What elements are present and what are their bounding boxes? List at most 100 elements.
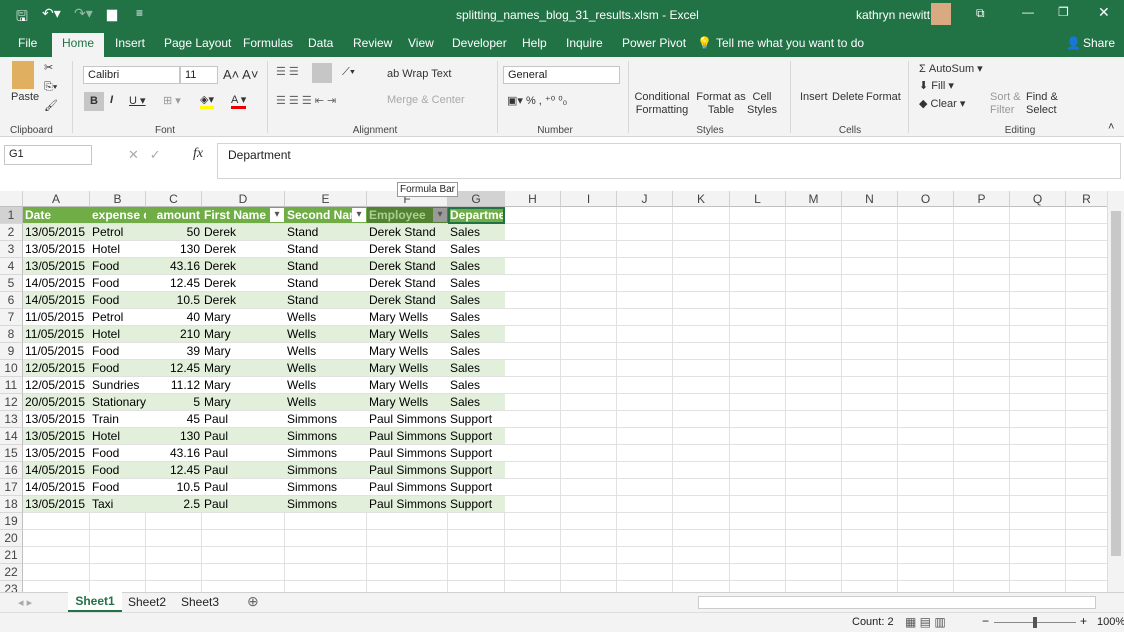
cell[interactable] <box>146 564 202 581</box>
tell-me-search[interactable]: Tell me what you want to do <box>716 36 864 50</box>
table-cell[interactable]: Wells <box>285 377 367 394</box>
cell[interactable] <box>673 241 730 258</box>
cell[interactable] <box>505 258 561 275</box>
table-cell[interactable]: Derek Stand <box>367 258 448 275</box>
cell[interactable] <box>617 479 673 496</box>
cell[interactable] <box>505 309 561 326</box>
table-cell[interactable]: Support <box>448 479 505 496</box>
table-header-cell[interactable]: Second Nam ▾ <box>285 207 367 224</box>
column-header-C[interactable]: C <box>146 191 202 207</box>
table-cell[interactable]: Food <box>90 275 146 292</box>
cell[interactable] <box>730 241 786 258</box>
table-cell[interactable]: 40 <box>146 309 202 326</box>
cell[interactable] <box>786 564 842 581</box>
cell[interactable] <box>1066 513 1108 530</box>
cell[interactable] <box>617 326 673 343</box>
cell[interactable] <box>730 411 786 428</box>
table-cell[interactable]: Wells <box>285 326 367 343</box>
cell[interactable] <box>1066 377 1108 394</box>
cell[interactable] <box>367 530 448 547</box>
paste-button[interactable]: Paste <box>11 91 39 103</box>
cell[interactable] <box>1066 309 1108 326</box>
collapse-ribbon-icon[interactable]: ˄ <box>1108 121 1114 133</box>
select-all-corner[interactable] <box>0 191 23 207</box>
bold-button[interactable]: B <box>84 92 104 111</box>
cell[interactable] <box>954 258 1010 275</box>
cell[interactable] <box>505 377 561 394</box>
cell[interactable] <box>617 411 673 428</box>
cell[interactable] <box>1066 343 1108 360</box>
customize-qat-icon[interactable]: ≡ <box>136 6 143 20</box>
cell[interactable] <box>786 479 842 496</box>
cell[interactable] <box>202 564 285 581</box>
cell[interactable] <box>786 377 842 394</box>
align-top-icon[interactable]: ☰ ☰ <box>276 65 299 78</box>
cell[interactable] <box>730 309 786 326</box>
share-button[interactable]: Share <box>1083 36 1115 50</box>
cell[interactable] <box>898 513 954 530</box>
table-cell[interactable]: Taxi <box>90 496 146 513</box>
cell[interactable] <box>954 445 1010 462</box>
table-cell[interactable]: Paul Simmons <box>367 496 448 513</box>
cell[interactable] <box>673 513 730 530</box>
redo-icon[interactable]: ↷▾ <box>74 5 93 22</box>
table-cell[interactable]: Simmons <box>285 411 367 428</box>
table-cell[interactable]: Sales <box>448 394 505 411</box>
cell[interactable] <box>23 547 90 564</box>
save-icon[interactable]: 🖫 <box>16 6 28 30</box>
cell[interactable] <box>954 547 1010 564</box>
cell[interactable] <box>505 479 561 496</box>
cell[interactable] <box>561 462 617 479</box>
table-cell[interactable]: Wells <box>285 309 367 326</box>
italic-button[interactable]: I <box>110 94 113 106</box>
cell[interactable] <box>505 292 561 309</box>
cell[interactable] <box>730 207 786 224</box>
cell[interactable] <box>561 411 617 428</box>
table-cell[interactable]: Train <box>90 411 146 428</box>
cell[interactable] <box>730 326 786 343</box>
close-icon[interactable]: ✕ <box>1098 4 1110 21</box>
cell[interactable] <box>561 530 617 547</box>
table-cell[interactable]: 45 <box>146 411 202 428</box>
row-header-21[interactable]: 21 <box>0 547 23 564</box>
table-cell[interactable]: 10.5 <box>146 292 202 309</box>
cell[interactable] <box>730 496 786 513</box>
cell[interactable] <box>842 428 898 445</box>
cell[interactable] <box>1010 326 1066 343</box>
zoom-in-button[interactable]: + <box>1080 614 1087 628</box>
cell[interactable] <box>842 275 898 292</box>
cell[interactable] <box>1010 377 1066 394</box>
table-cell[interactable]: Sales <box>448 275 505 292</box>
cell[interactable] <box>561 326 617 343</box>
cell[interactable] <box>1010 496 1066 513</box>
table-header-cell[interactable]: amount <box>146 207 202 224</box>
table-cell[interactable]: Sales <box>448 309 505 326</box>
cell[interactable] <box>505 547 561 564</box>
cell[interactable] <box>561 207 617 224</box>
cell[interactable] <box>730 224 786 241</box>
column-header-L[interactable]: L <box>730 191 786 207</box>
cell[interactable] <box>842 326 898 343</box>
grow-font-icon[interactable]: A˄ A˅ <box>223 67 258 82</box>
cell[interactable] <box>898 224 954 241</box>
table-cell[interactable]: 2.5 <box>146 496 202 513</box>
cell[interactable] <box>1066 530 1108 547</box>
cell[interactable] <box>842 360 898 377</box>
cell[interactable] <box>954 360 1010 377</box>
cell[interactable] <box>617 547 673 564</box>
cell[interactable] <box>673 309 730 326</box>
row-header-20[interactable]: 20 <box>0 530 23 547</box>
tab-view[interactable]: View <box>408 36 434 50</box>
cell[interactable] <box>505 513 561 530</box>
vertical-scrollbar[interactable] <box>1107 191 1124 592</box>
cell[interactable] <box>617 530 673 547</box>
cell[interactable] <box>1010 479 1066 496</box>
cell[interactable] <box>673 360 730 377</box>
cell[interactable] <box>673 258 730 275</box>
table-cell[interactable]: Paul Simmons <box>367 462 448 479</box>
cell[interactable] <box>730 462 786 479</box>
row-header-1[interactable]: 1 <box>0 207 23 224</box>
borders-icon[interactable]: ⊞ ▾ <box>163 94 181 107</box>
cell[interactable] <box>23 564 90 581</box>
table-cell[interactable]: Paul Simmons <box>367 411 448 428</box>
